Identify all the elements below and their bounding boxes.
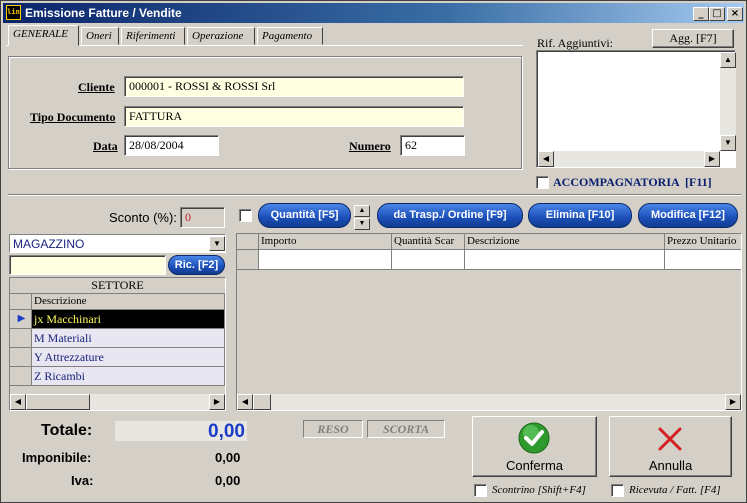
scroll-right-icon[interactable]: ▶ bbox=[725, 394, 741, 410]
sconto-label: Sconto (%): bbox=[109, 210, 177, 225]
magazzino-select[interactable]: MAGAZZINO ▼ bbox=[9, 234, 226, 253]
righe-hscroll[interactable]: ◀ ▶ bbox=[237, 394, 741, 410]
scroll-thumb[interactable] bbox=[26, 394, 90, 410]
scontrino-checkbox[interactable] bbox=[474, 484, 487, 497]
righe-cell[interactable] bbox=[259, 250, 392, 270]
modifica-button[interactable]: Modifica [F12] bbox=[638, 203, 738, 228]
tab-strip-line bbox=[6, 45, 523, 46]
grid-corner bbox=[10, 294, 32, 310]
numero-field[interactable]: 62 bbox=[400, 135, 465, 156]
annulla-button[interactable]: Annulla bbox=[609, 416, 732, 477]
cliente-label: Cliente bbox=[78, 80, 115, 94]
numero-label: Numero bbox=[349, 139, 391, 153]
scroll-right-icon[interactable]: ▶ bbox=[209, 394, 225, 410]
righe-cell[interactable] bbox=[465, 250, 665, 270]
settore-grid: SETTORE Descrizione ▶ jx Macchinari M Ma… bbox=[9, 277, 226, 411]
settore-title: SETTORE bbox=[10, 278, 225, 294]
iva-label: Iva: bbox=[71, 473, 94, 488]
close-icon[interactable]: × bbox=[727, 7, 743, 21]
scroll-left-icon[interactable]: ◀ bbox=[10, 394, 26, 410]
scontrino-label: Scontrino [Shift+F4] bbox=[492, 484, 586, 496]
righe-cell[interactable] bbox=[392, 250, 465, 270]
iva-value: 0,00 bbox=[215, 473, 241, 488]
data-label: Data bbox=[93, 139, 118, 153]
quantita-button[interactable]: Quantità [F5] bbox=[258, 203, 351, 228]
da-trasp-ordine-button[interactable]: da Trasp./ Ordine [F9] bbox=[377, 203, 523, 228]
spin-down-icon[interactable]: ▼ bbox=[354, 218, 370, 230]
minimize-icon[interactable]: _ bbox=[693, 7, 709, 21]
imponibile-value: 0,00 bbox=[215, 450, 241, 465]
totale-label: Totale: bbox=[41, 422, 93, 439]
chevron-down-icon[interactable]: ▼ bbox=[209, 236, 225, 251]
grid-corner-icon bbox=[237, 234, 259, 250]
memo-hscroll[interactable]: ◀ ▶ bbox=[538, 151, 720, 167]
window-title: Emissione Fatture / Vendite bbox=[25, 6, 182, 20]
tab-riferimenti[interactable]: Riferimenti bbox=[121, 27, 185, 45]
rif-aggiuntivi-label: Rif. Aggiuntivi: bbox=[537, 36, 614, 50]
settore-row-selected[interactable]: jx Macchinari bbox=[32, 310, 225, 329]
tipo-documento-field[interactable]: FATTURA bbox=[124, 106, 464, 127]
row-indicator bbox=[10, 348, 32, 367]
tab-oneri[interactable]: Oneri bbox=[81, 27, 119, 45]
cliente-field[interactable]: 000001 - ROSSI & ROSSI Srl bbox=[124, 76, 464, 97]
scroll-right-icon[interactable]: ▶ bbox=[704, 151, 720, 167]
main-window: lin Emissione Fatture / Vendite _ □ × GE… bbox=[0, 0, 747, 503]
accompagnatoria-checkbox[interactable] bbox=[536, 176, 549, 189]
row-indicator bbox=[10, 367, 32, 386]
reso-indicator: RESO bbox=[303, 420, 363, 438]
annulla-label: Annulla bbox=[648, 458, 693, 473]
tab-pagamento[interactable]: Pagamento bbox=[257, 27, 323, 45]
column-header-importo[interactable]: Importo bbox=[259, 234, 392, 250]
righe-cell[interactable] bbox=[665, 250, 741, 270]
maximize-icon[interactable]: □ bbox=[709, 7, 725, 21]
row-indicator bbox=[10, 329, 32, 348]
checkmark-icon bbox=[518, 422, 550, 454]
settore-row[interactable]: Z Ricambi bbox=[32, 367, 225, 386]
title-bar[interactable]: lin Emissione Fatture / Vendite _ □ × bbox=[3, 3, 744, 23]
magazzino-value: MAGAZZINO bbox=[13, 237, 85, 251]
close-x-icon bbox=[658, 427, 682, 451]
settore-row[interactable]: M Materiali bbox=[32, 329, 225, 348]
conferma-button[interactable]: Conferma bbox=[472, 416, 597, 477]
spin-up-icon[interactable]: ▲ bbox=[354, 205, 370, 217]
quantita-spinner[interactable]: ▲ ▼ bbox=[354, 205, 370, 230]
rif-aggiuntivi-memo[interactable]: ▲ ▼ ◀ ▶ bbox=[536, 50, 736, 168]
column-header-prezzo[interactable]: Prezzo Unitario bbox=[665, 234, 741, 250]
totale-value: 0,00 bbox=[208, 421, 245, 442]
select-all-checkbox[interactable] bbox=[239, 209, 252, 222]
tipo-documento-label: Tipo Documento bbox=[30, 110, 116, 124]
scorta-indicator: SCORTA bbox=[367, 420, 445, 438]
scroll-thumb[interactable] bbox=[253, 394, 271, 410]
scroll-down-icon[interactable]: ▼ bbox=[720, 135, 736, 151]
ric-button[interactable]: Ric. [F2] bbox=[168, 255, 225, 275]
agg-button[interactable]: Agg. [F7] bbox=[652, 29, 734, 48]
tab-operazione[interactable]: Operazione bbox=[187, 27, 255, 45]
settore-row[interactable]: Y Attrezzature bbox=[32, 348, 225, 367]
totale-box: 0,00 bbox=[114, 420, 248, 442]
row-indicator bbox=[237, 250, 259, 270]
scroll-left-icon[interactable]: ◀ bbox=[237, 394, 253, 410]
elimina-button[interactable]: Elimina [F10] bbox=[528, 203, 632, 228]
tab-generale[interactable]: GENERALE bbox=[8, 25, 79, 46]
ricerca-field[interactable] bbox=[9, 255, 166, 275]
row-pointer-icon: ▶ bbox=[10, 310, 32, 329]
accompagnatoria-label: ACCOMPAGNATORIA [F11] bbox=[553, 175, 712, 189]
app-icon: lin bbox=[6, 5, 21, 20]
data-field[interactable]: 28/08/2004 bbox=[124, 135, 219, 156]
column-header-descrizione[interactable]: Descrizione bbox=[465, 234, 665, 250]
settore-column-header[interactable]: Descrizione bbox=[32, 294, 225, 310]
settore-hscroll[interactable]: ◀ ▶ bbox=[10, 394, 225, 410]
ricevuta-label: Ricevuta / Fatt. [F4] bbox=[629, 484, 721, 496]
scroll-left-icon[interactable]: ◀ bbox=[538, 151, 554, 167]
section-separator bbox=[8, 194, 741, 196]
scroll-up-icon[interactable]: ▲ bbox=[720, 52, 736, 68]
imponibile-label: Imponibile: bbox=[22, 450, 92, 465]
ricevuta-checkbox[interactable] bbox=[611, 484, 624, 497]
column-header-quantita[interactable]: Quantità Scar bbox=[392, 234, 465, 250]
sconto-field[interactable]: 0 bbox=[180, 207, 225, 228]
righe-grid: Importo Quantità Scar Descrizione Prezzo… bbox=[236, 233, 742, 411]
conferma-label: Conferma bbox=[505, 458, 564, 473]
memo-vscroll[interactable]: ▲ ▼ bbox=[720, 52, 736, 151]
